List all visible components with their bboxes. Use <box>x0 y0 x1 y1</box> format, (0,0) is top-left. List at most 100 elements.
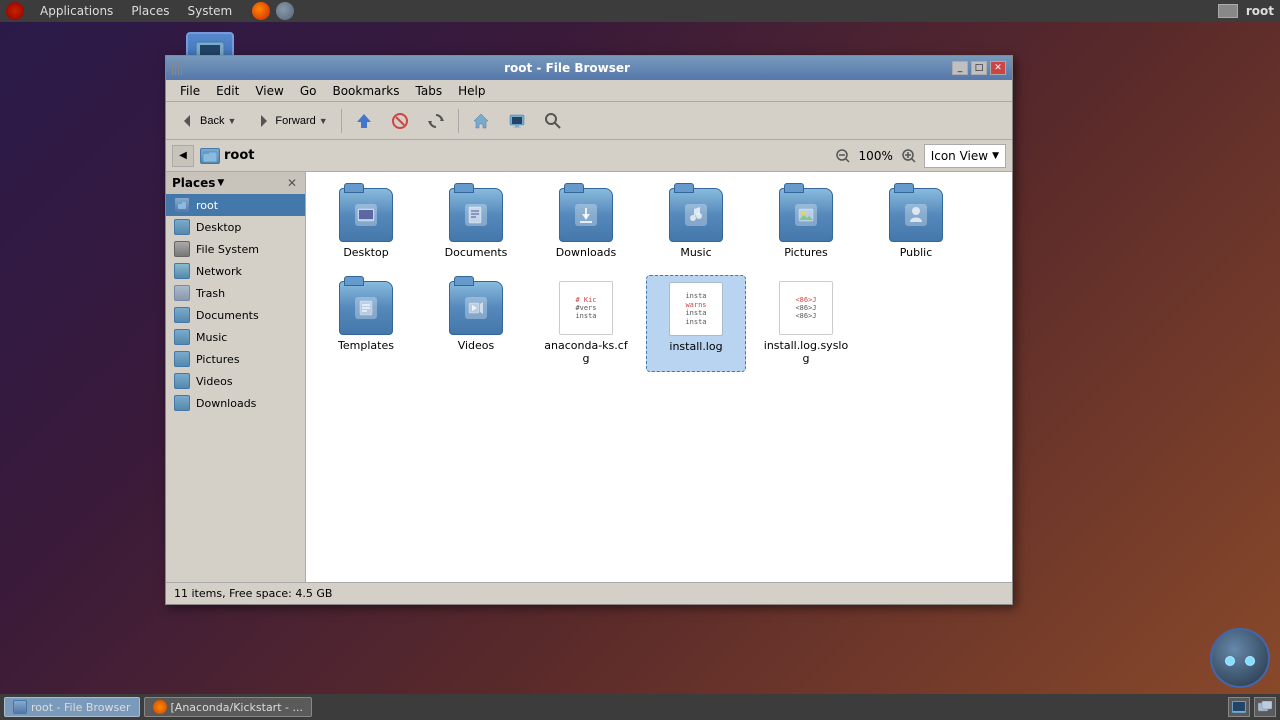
window-menubar: File Edit View Go Bookmarks Tabs Help <box>166 80 1012 102</box>
file-area: Desktop Document <box>306 172 1012 582</box>
taskbar-anaconda-icon <box>153 700 167 714</box>
file-item-anaconda-cfg[interactable]: # Kic #vers insta anaconda-ks.cfg <box>536 275 636 371</box>
file-item-install-log-syslog[interactable]: <86>J <86>J <86>J install.log.syslog <box>756 275 856 371</box>
templates-folder-emblem <box>355 297 377 319</box>
tabs-menu[interactable]: Tabs <box>408 82 451 100</box>
file-menu[interactable]: File <box>172 82 208 100</box>
other-app-icon[interactable] <box>276 2 294 20</box>
firefox-icon[interactable] <box>252 2 270 20</box>
anaconda-cfg-icon: # Kic #vers insta <box>559 281 613 335</box>
sidebar-pictures-label: Pictures <box>196 353 240 366</box>
file-item-documents[interactable]: Documents <box>426 182 526 265</box>
sidebar-item-root[interactable]: root <box>166 194 305 216</box>
up-button[interactable] <box>348 107 380 135</box>
stop-button[interactable] <box>384 107 416 135</box>
window-titlebar: root - File Browser _ □ ✕ <box>166 56 1012 80</box>
sidebar-title: Places ▼ <box>172 176 224 190</box>
close-button[interactable]: ✕ <box>990 61 1006 75</box>
taskbar-show-desktop[interactable] <box>1228 697 1250 717</box>
top-app-icons <box>252 2 294 20</box>
maximize-button[interactable]: □ <box>971 61 987 75</box>
sidebar-item-desktop[interactable]: Desktop <box>166 216 305 238</box>
minimize-button[interactable]: _ <box>952 61 968 75</box>
places-label: Places <box>172 176 215 190</box>
music-folder-emblem <box>685 204 707 226</box>
system-menu[interactable]: System <box>179 2 240 20</box>
back-button[interactable]: Back ▼ <box>172 107 243 135</box>
public-folder-label: Public <box>900 246 933 259</box>
sidebar-item-music[interactable]: Music <box>166 326 305 348</box>
help-menu[interactable]: Help <box>450 82 493 100</box>
computer-toolbar-btn[interactable] <box>501 107 533 135</box>
applications-menu[interactable]: Applications <box>32 2 121 20</box>
desktop-sidebar-icon <box>174 219 190 235</box>
search-toolbar-btn[interactable] <box>537 107 569 135</box>
file-item-install-log[interactable]: insta warns insta insta install.log <box>646 275 746 371</box>
taskbar-show-windows[interactable] <box>1254 697 1276 717</box>
sidebar-downloads-label: Downloads <box>196 397 256 410</box>
window-title: root - File Browser <box>182 61 952 75</box>
file-item-music[interactable]: Music <box>646 182 746 265</box>
install-log-syslog-label: install.log.syslog <box>762 339 850 365</box>
zoom-out-button[interactable] <box>834 147 852 165</box>
robot-eye-left <box>1225 656 1235 666</box>
pictures-folder-icon <box>779 188 833 242</box>
places-chevron: ▼ <box>217 178 224 188</box>
sidebar-close-button[interactable]: ✕ <box>285 176 299 190</box>
sidebar-item-network[interactable]: Network <box>166 260 305 282</box>
desktop-folder-emblem <box>355 204 377 226</box>
sidebar-item-downloads[interactable]: Downloads <box>166 392 305 414</box>
location-bar: ◀ root 100% Icon View ▼ <box>166 140 1012 172</box>
places-menu[interactable]: Places <box>123 2 177 20</box>
reload-icon <box>427 112 445 130</box>
up-icon <box>355 112 373 130</box>
sidebar-item-filesystem[interactable]: File System <box>166 238 305 260</box>
file-item-templates[interactable]: Templates <box>316 275 416 371</box>
toolbar-separator-2 <box>458 109 459 133</box>
location-back-btn[interactable]: ◀ <box>172 145 194 167</box>
bookmarks-menu[interactable]: Bookmarks <box>324 82 407 100</box>
videos-folder-label: Videos <box>458 339 495 352</box>
taskbar-anaconda[interactable]: [Anaconda/Kickstart - ... <box>144 697 312 717</box>
file-item-public[interactable]: Public <box>866 182 966 265</box>
zoom-in-button[interactable] <box>900 147 918 165</box>
taskbar-fb-icon <box>13 700 27 714</box>
sidebar: Places ▼ ✕ root Desktop File System <box>166 172 306 582</box>
pictures-sidebar-icon <box>174 351 190 367</box>
view-mode-label: Icon View <box>931 149 988 163</box>
file-item-desktop[interactable]: Desktop <box>316 182 416 265</box>
reload-button[interactable] <box>420 107 452 135</box>
home-button[interactable] <box>465 107 497 135</box>
taskbar-file-browser[interactable]: root - File Browser <box>4 697 140 717</box>
view-menu[interactable]: View <box>247 82 291 100</box>
forward-button[interactable]: Forward ▼ <box>247 107 334 135</box>
go-menu[interactable]: Go <box>292 82 325 100</box>
pictures-folder-emblem <box>795 204 817 226</box>
install-log-icon: insta warns insta insta <box>669 282 723 336</box>
window-controls: _ □ ✕ <box>952 61 1006 75</box>
username-label: root <box>1246 4 1274 18</box>
sidebar-item-documents[interactable]: Documents <box>166 304 305 326</box>
back-label: Back <box>200 115 224 127</box>
screen-icon <box>1218 4 1238 18</box>
forward-label: Forward <box>275 115 315 127</box>
sidebar-fs-label: File System <box>196 243 259 256</box>
file-item-videos[interactable]: Videos <box>426 275 526 371</box>
file-item-downloads[interactable]: Downloads <box>536 182 636 265</box>
videos-sidebar-icon <box>174 373 190 389</box>
file-browser-window: root - File Browser _ □ ✕ File Edit View… <box>165 55 1013 605</box>
sidebar-item-pictures[interactable]: Pictures <box>166 348 305 370</box>
sidebar-item-trash[interactable]: Trash <box>166 282 305 304</box>
sidebar-item-videos[interactable]: Videos <box>166 370 305 392</box>
zoom-level: 100% <box>856 149 896 163</box>
install-log-label: install.log <box>669 340 722 353</box>
file-item-pictures[interactable]: Pictures <box>756 182 856 265</box>
public-folder-emblem <box>905 204 927 226</box>
back-chevron: ▼ <box>227 116 236 126</box>
taskbar-anaconda-label: [Anaconda/Kickstart - ... <box>171 701 303 714</box>
view-mode-select[interactable]: Icon View ▼ <box>924 144 1006 168</box>
file-grid: Desktop Document <box>316 182 1002 372</box>
sidebar-trash-label: Trash <box>196 287 225 300</box>
edit-menu[interactable]: Edit <box>208 82 247 100</box>
top-menubar: Applications Places System root <box>0 0 1280 22</box>
